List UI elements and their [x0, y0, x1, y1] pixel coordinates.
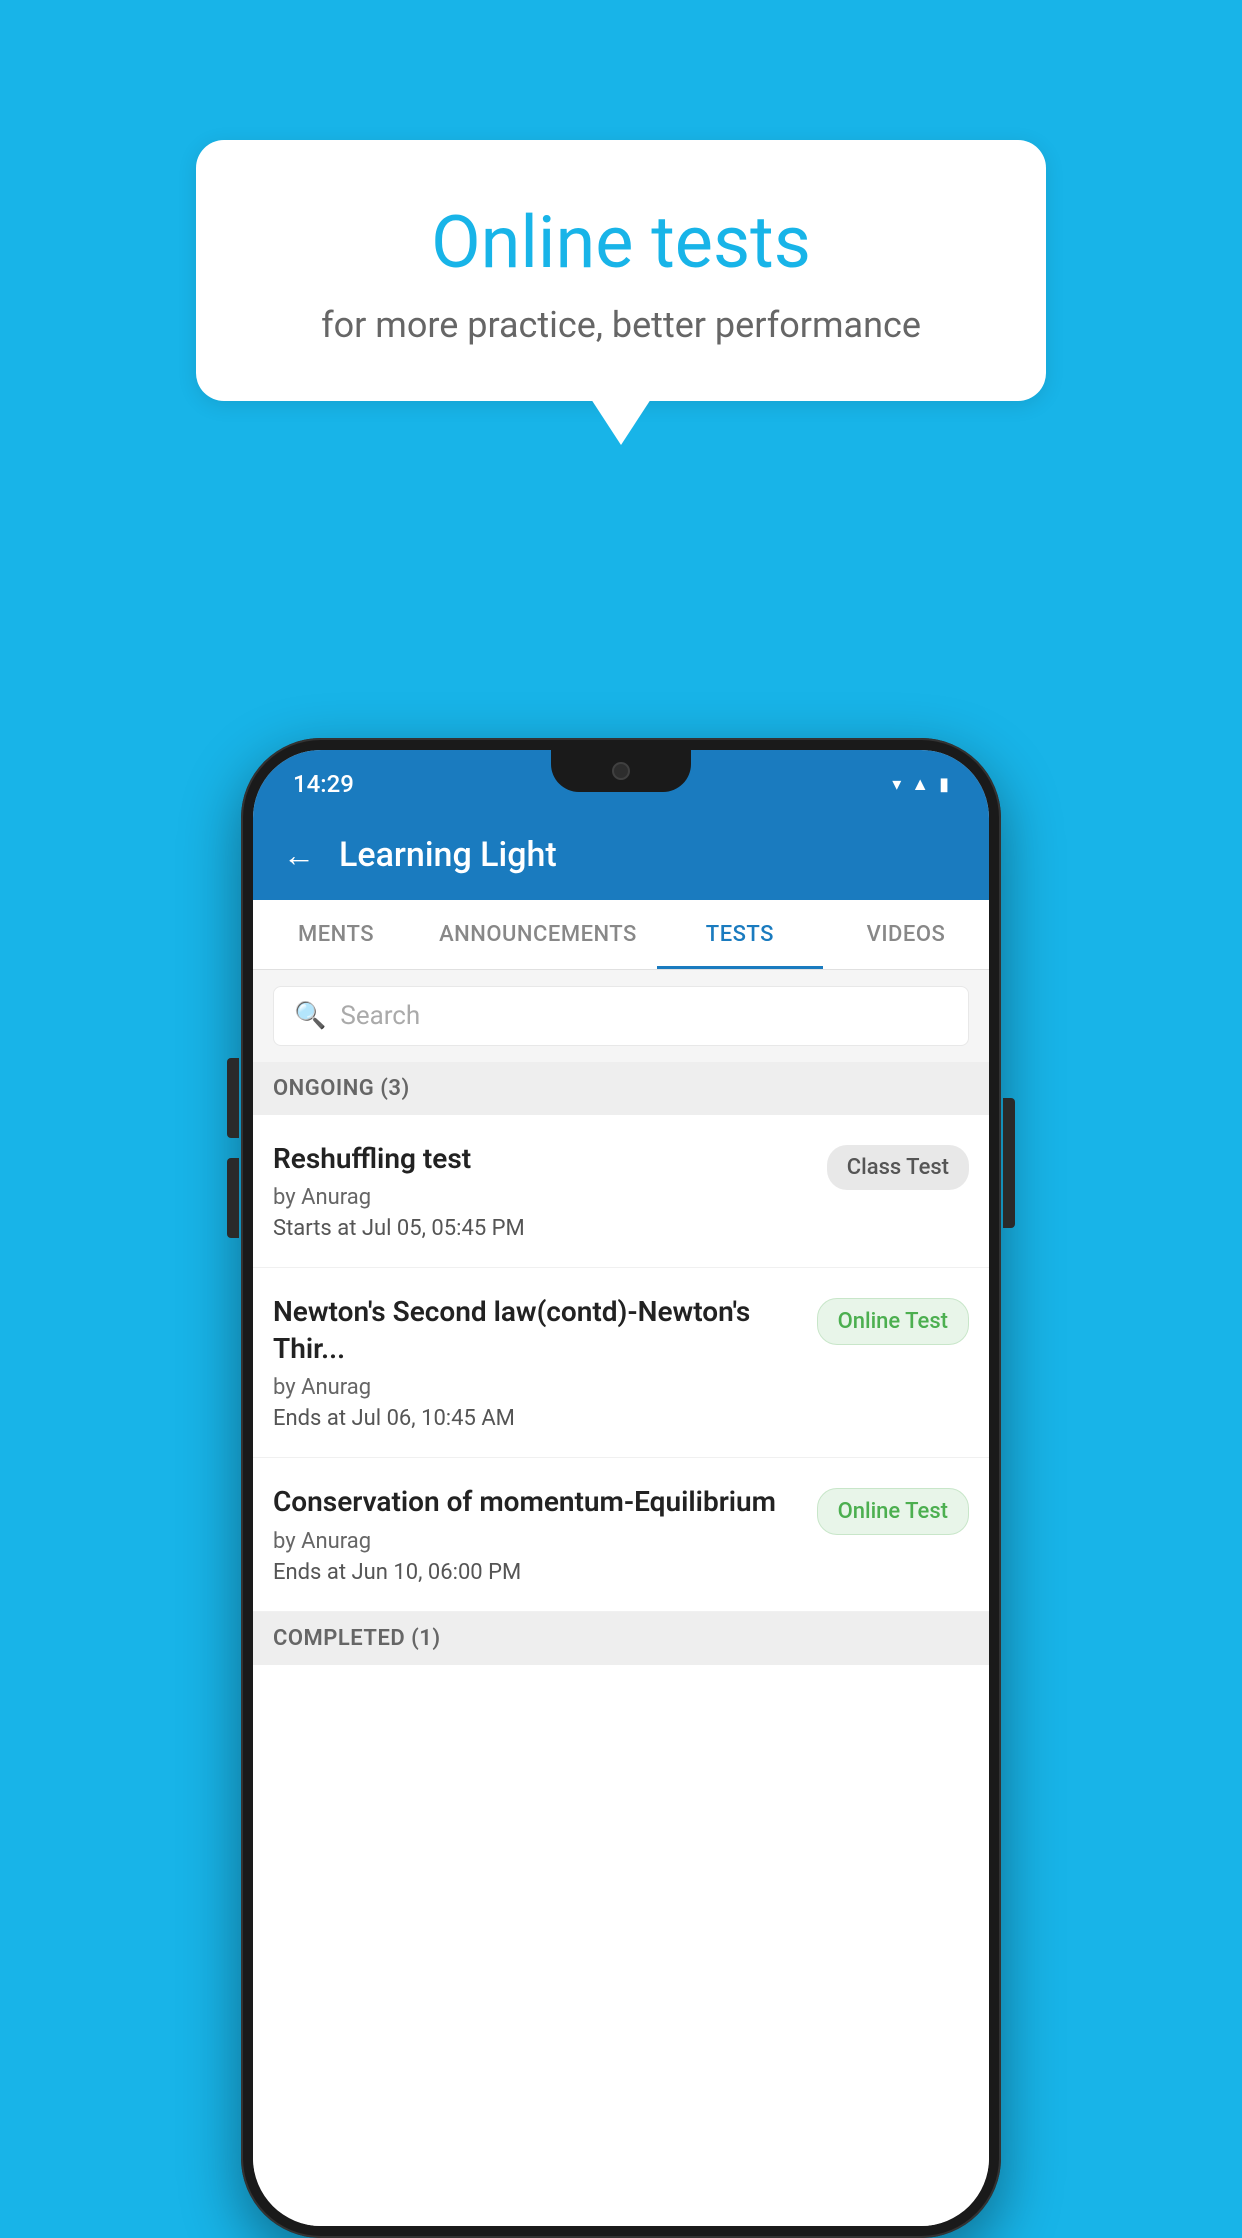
- battery-icon: ▮: [939, 774, 949, 795]
- signal-icon: ▲: [911, 774, 929, 795]
- phone-notch: [551, 750, 691, 792]
- bubble-subtitle: for more practice, better performance: [276, 304, 966, 346]
- test-name: Conservation of momentum-Equilibrium: [273, 1484, 797, 1520]
- test-time: Starts at Jul 05, 05:45 PM: [273, 1216, 807, 1241]
- test-badge-online: Online Test: [817, 1298, 969, 1345]
- phone-screen: 14:29 ▾ ▲ ▮ ← Learning Light MENTS ANNOU…: [253, 750, 989, 2226]
- test-name: Reshuffling test: [273, 1141, 807, 1177]
- phone-frame: 14:29 ▾ ▲ ▮ ← Learning Light MENTS ANNOU…: [241, 738, 1001, 2238]
- tab-videos[interactable]: VIDEOS: [823, 900, 989, 969]
- test-badge-online-2: Online Test: [817, 1488, 969, 1535]
- bubble-title: Online tests: [276, 200, 966, 286]
- app-header: ← Learning Light: [253, 810, 989, 900]
- tab-tests[interactable]: TESTS: [657, 900, 823, 969]
- test-info: Newton's Second law(contd)-Newton's Thir…: [273, 1294, 797, 1431]
- status-time: 14:29: [293, 770, 354, 798]
- search-container: 🔍 Search: [253, 970, 989, 1062]
- status-icons: ▾ ▲ ▮: [892, 774, 949, 795]
- test-by: by Anurag: [273, 1375, 797, 1400]
- app-title: Learning Light: [339, 835, 557, 875]
- phone-container: 14:29 ▾ ▲ ▮ ← Learning Light MENTS ANNOU…: [241, 738, 1001, 2238]
- search-box[interactable]: 🔍 Search: [273, 986, 969, 1046]
- test-by: by Anurag: [273, 1185, 807, 1210]
- test-time: Ends at Jun 10, 06:00 PM: [273, 1560, 797, 1585]
- section-completed-header: COMPLETED (1): [253, 1612, 989, 1665]
- tab-announcements[interactable]: ANNOUNCEMENTS: [419, 900, 657, 969]
- back-button[interactable]: ←: [283, 836, 315, 874]
- test-info: Reshuffling test by Anurag Starts at Jul…: [273, 1141, 807, 1241]
- search-icon: 🔍: [294, 1001, 326, 1031]
- section-ongoing-header: ONGOING (3): [253, 1062, 989, 1115]
- test-by: by Anurag: [273, 1529, 797, 1554]
- test-item[interactable]: Conservation of momentum-Equilibrium by …: [253, 1458, 989, 1611]
- tab-ments[interactable]: MENTS: [253, 900, 419, 969]
- test-item[interactable]: Newton's Second law(contd)-Newton's Thir…: [253, 1268, 989, 1458]
- test-info: Conservation of momentum-Equilibrium by …: [273, 1484, 797, 1584]
- notch-camera: [612, 762, 630, 780]
- search-placeholder: Search: [340, 1001, 420, 1031]
- tabs-container: MENTS ANNOUNCEMENTS TESTS VIDEOS: [253, 900, 989, 970]
- test-list: Reshuffling test by Anurag Starts at Jul…: [253, 1115, 989, 2226]
- test-badge-class: Class Test: [827, 1145, 969, 1190]
- wifi-icon: ▾: [892, 774, 901, 795]
- test-time: Ends at Jul 06, 10:45 AM: [273, 1406, 797, 1431]
- speech-bubble-container: Online tests for more practice, better p…: [196, 140, 1046, 401]
- test-item[interactable]: Reshuffling test by Anurag Starts at Jul…: [253, 1115, 989, 1268]
- speech-bubble: Online tests for more practice, better p…: [196, 140, 1046, 401]
- test-name: Newton's Second law(contd)-Newton's Thir…: [273, 1294, 797, 1367]
